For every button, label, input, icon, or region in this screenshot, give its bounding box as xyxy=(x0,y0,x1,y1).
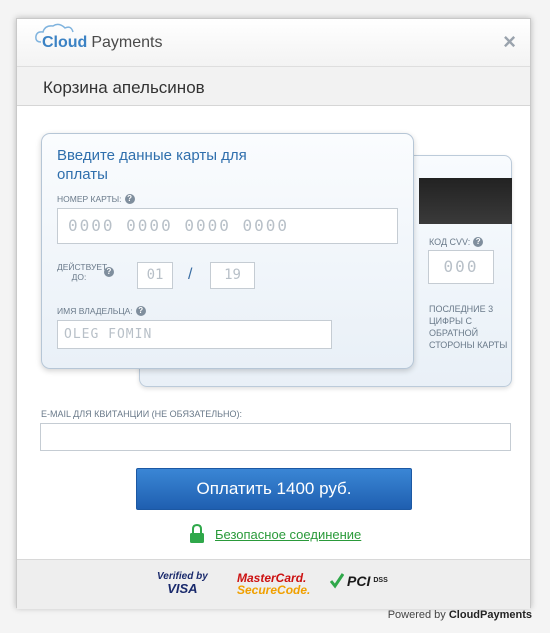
secure-connection-link[interactable]: Безопасное соединение xyxy=(215,527,361,542)
page-frame: Cloud Payments × Корзина апельсинов КОД … xyxy=(0,0,550,633)
holder-label: ИМЯ ВЛАДЕЛЬЦА: ? xyxy=(57,306,146,316)
cvv-input[interactable]: 000 xyxy=(428,250,494,284)
pci-check-icon xyxy=(330,573,344,589)
card-front: Введите данные карты для оплаты НОМЕР КА… xyxy=(41,133,414,369)
cvv-label: КОД CVV: ? xyxy=(429,237,484,247)
expiry-label: ДЕЙСТВУЕТ ДО: ? xyxy=(57,262,117,282)
powered-prefix: Powered by xyxy=(387,609,446,621)
help-icon[interactable]: ? xyxy=(135,306,146,316)
pay-button[interactable]: Оплатить 1400 руб. xyxy=(136,468,412,510)
pci-dss-logo: PCI DSS xyxy=(330,572,388,590)
card-number-input[interactable]: 0000 0000 0000 0000 xyxy=(57,208,398,244)
pci-text: PCI xyxy=(347,573,371,589)
visa-line2: VISA xyxy=(167,581,198,596)
logo-payments-text: Payments xyxy=(91,34,163,51)
help-icon[interactable]: ? xyxy=(104,267,114,277)
help-icon[interactable]: ? xyxy=(124,194,135,204)
logo-cloud: Cloud xyxy=(35,23,90,52)
title-bar: Корзина апельсинов xyxy=(17,67,530,106)
cvv-label-text: КОД CVV: xyxy=(429,237,471,247)
powered-brand: CloudPayments xyxy=(448,609,532,621)
dss-text: DSS xyxy=(373,577,388,584)
lock-icon xyxy=(190,524,204,543)
verified-by-visa-logo: Verified by VISA xyxy=(157,572,208,596)
cloudpayments-logo: Cloud Payments xyxy=(35,23,163,52)
powered-by: Powered by CloudPayments xyxy=(388,609,532,621)
expiry-separator: / xyxy=(188,266,193,283)
card-heading: Введите данные карты для оплаты xyxy=(57,147,247,183)
mc-line2: SecureCode. xyxy=(237,583,311,597)
expiry-label-text: ДЕЙСТВУЕТ ДО: xyxy=(57,262,108,282)
footer-badges: Verified by VISA MasterCard. SecureCode.… xyxy=(17,559,530,609)
close-icon[interactable]: × xyxy=(503,31,516,53)
email-label: E-MAIL ДЛЯ КВИТАНЦИИ (НЕ ОБЯЗАТЕЛЬНО): xyxy=(41,409,243,419)
page-title: Корзина апельсинов xyxy=(43,78,205,97)
secure-connection: Безопасное соединение xyxy=(189,524,361,544)
help-icon[interactable]: ? xyxy=(473,237,484,247)
card-number-label: НОМЕР КАРТЫ: ? xyxy=(57,194,135,204)
expiry-year-input[interactable]: 19 xyxy=(210,262,255,289)
holder-input[interactable]: OLEG FOMIN xyxy=(57,320,332,349)
cloud-icon xyxy=(35,23,74,43)
dialog-header: Cloud Payments × xyxy=(17,19,530,67)
payment-dialog: Cloud Payments × Корзина апельсинов КОД … xyxy=(16,18,531,609)
card-number-label-text: НОМЕР КАРТЫ: xyxy=(57,194,122,204)
mastercard-securecode-logo: MasterCard. SecureCode. xyxy=(237,572,310,597)
holder-label-text: ИМЯ ВЛАДЕЛЬЦА: xyxy=(57,306,133,316)
email-input[interactable] xyxy=(40,423,511,451)
cvv-hint: ПОСЛЕДНИЕ 3 ЦИФРЫ С ОБРАТНОЙ СТОРОНЫ КАР… xyxy=(429,304,508,350)
expiry-month-input[interactable]: 01 xyxy=(137,262,173,289)
magnetic-stripe xyxy=(419,178,512,224)
